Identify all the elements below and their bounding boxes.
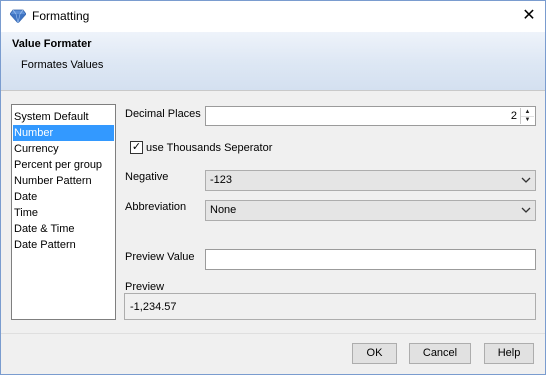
list-item-system-default[interactable]: System Default bbox=[13, 109, 114, 125]
list-item-date-pattern[interactable]: Date Pattern bbox=[13, 237, 114, 253]
close-icon[interactable]: ✕ bbox=[513, 1, 545, 31]
list-item-number[interactable]: Number bbox=[13, 125, 114, 141]
preview-value-input[interactable] bbox=[205, 249, 536, 270]
decimal-places-value: 2 bbox=[510, 110, 517, 122]
header-banner: Value Formater Formates Values bbox=[1, 32, 545, 90]
spin-down-icon[interactable]: ▼ bbox=[521, 116, 534, 124]
thousands-separator-checkbox[interactable]: ✓ bbox=[130, 141, 143, 154]
decimal-places-label: Decimal Places bbox=[125, 108, 201, 120]
chevron-down-icon bbox=[521, 207, 531, 213]
negative-value: -123 bbox=[210, 174, 233, 186]
format-type-list[interactable]: System Default Number Currency Percent p… bbox=[11, 104, 116, 320]
help-button[interactable]: Help bbox=[484, 343, 534, 364]
preview-label: Preview bbox=[125, 281, 165, 293]
diamond-icon bbox=[10, 9, 26, 23]
ok-button[interactable]: OK bbox=[352, 343, 397, 364]
abbreviation-label: Abbreviation bbox=[125, 201, 187, 213]
decimal-places-spinner[interactable]: 2 ▲ ▼ bbox=[205, 106, 536, 126]
title-bar[interactable]: Formatting ✕ bbox=[1, 1, 545, 32]
list-item-date-time[interactable]: Date & Time bbox=[13, 221, 114, 237]
negative-dropdown[interactable]: -123 bbox=[205, 170, 536, 191]
window-title: Formatting bbox=[32, 9, 90, 23]
list-item-time[interactable]: Time bbox=[13, 205, 114, 221]
abbreviation-dropdown[interactable]: None bbox=[205, 200, 536, 221]
banner-subtitle: Formates Values bbox=[21, 59, 104, 71]
spinner-buttons: ▲ ▼ bbox=[520, 108, 534, 124]
list-item-percent-per-group[interactable]: Percent per group bbox=[13, 157, 114, 173]
negative-label: Negative bbox=[125, 171, 169, 183]
list-item-number-pattern[interactable]: Number Pattern bbox=[13, 173, 114, 189]
preview-output: -1,234.57 bbox=[124, 293, 536, 320]
cancel-button[interactable]: Cancel bbox=[409, 343, 471, 364]
list-item-date[interactable]: Date bbox=[13, 189, 114, 205]
banner-title: Value Formater bbox=[12, 38, 92, 50]
thousands-separator-label[interactable]: use Thousands Seperator bbox=[146, 142, 272, 154]
preview-value-label: Preview Value bbox=[125, 251, 195, 263]
chevron-down-icon bbox=[521, 177, 531, 183]
abbreviation-value: None bbox=[210, 204, 237, 216]
list-item-currency[interactable]: Currency bbox=[13, 141, 114, 157]
formatting-dialog: Formatting ✕ Value Formater Formates Val… bbox=[0, 0, 546, 375]
preview-output-value: -1,234.57 bbox=[130, 301, 177, 313]
